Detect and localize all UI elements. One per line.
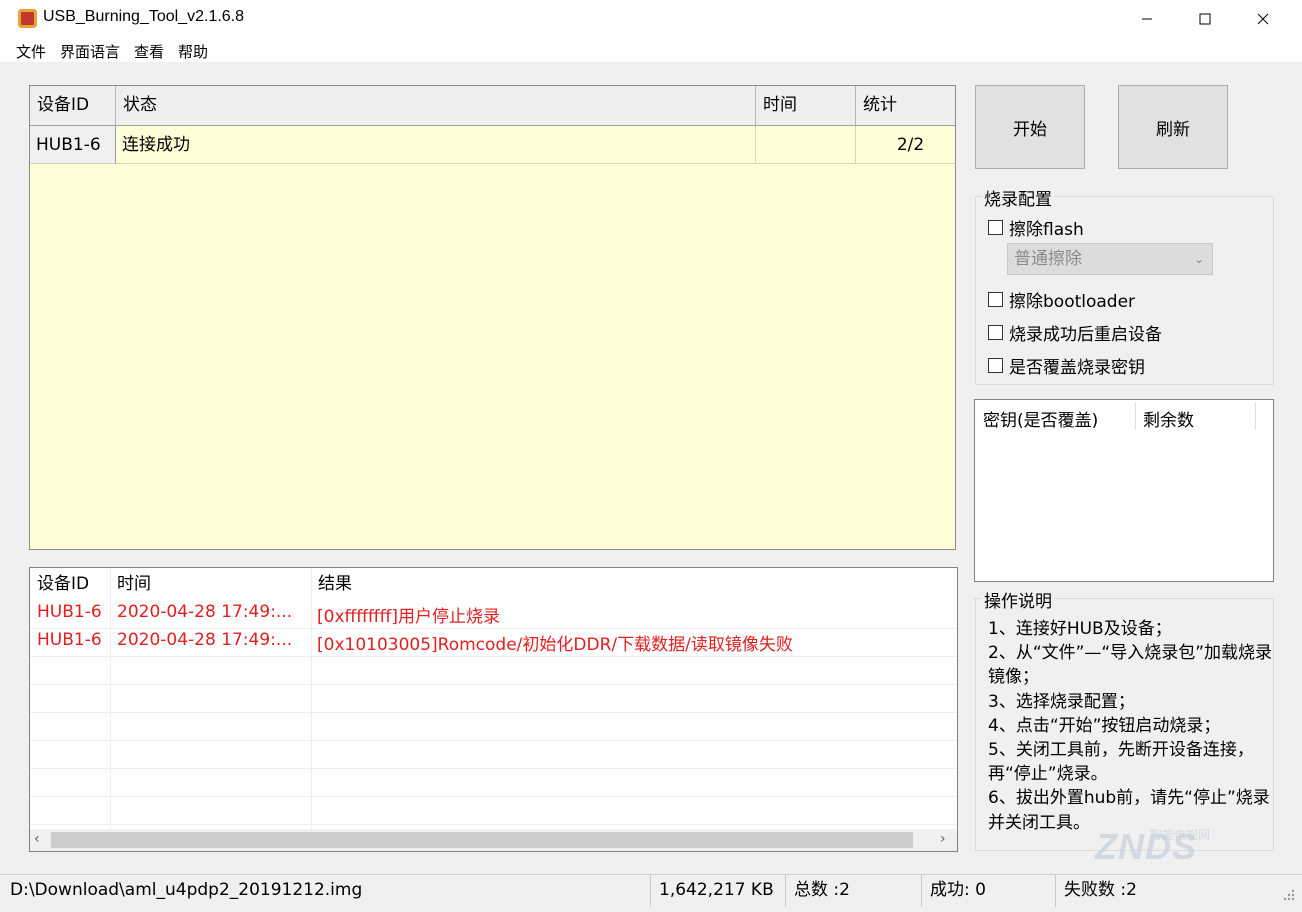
overwrite-key-label: 是否覆盖烧录密钥 xyxy=(1009,358,1145,378)
table-row-empty xyxy=(30,768,957,797)
log-device-id: HUB1-6 xyxy=(37,602,102,622)
log-time: 2020-04-28 17:49:... xyxy=(117,602,293,622)
device-table[interactable]: 设备ID 状态 时间 统计 HUB1-6 连接成功 2/2 xyxy=(29,85,956,550)
col-time[interactable]: 时间 xyxy=(756,86,856,125)
log-result: [0x10103005]Romcode/初始化DDR/下载数据/读取镜像失败 xyxy=(317,635,793,655)
app-icon xyxy=(18,9,37,28)
maximize-icon xyxy=(1199,13,1211,25)
maximize-button[interactable] xyxy=(1176,0,1234,38)
menu-help[interactable]: 帮助 xyxy=(178,41,208,62)
status-file-size: 1,642,217 KB xyxy=(651,875,786,907)
title-bar: USB_Burning_Tool_v2.1.6.8 xyxy=(0,0,1302,38)
log-device-id: HUB1-6 xyxy=(37,630,102,650)
config-group-title: 烧录配置 xyxy=(982,185,1054,210)
instruction-line: 3、选择烧录配置； xyxy=(988,691,1135,712)
col-stats[interactable]: 统计 xyxy=(856,86,955,125)
status-success: 成功: 0 xyxy=(922,875,1056,907)
erase-mode-value: 普通擦除 xyxy=(1014,249,1082,269)
instruction-line: 1、连接好HUB及设备； xyxy=(988,619,1172,639)
minimize-button[interactable] xyxy=(1118,0,1176,38)
erase-bootloader-label: 擦除bootloader xyxy=(1009,292,1136,312)
checkbox-icon xyxy=(988,292,1003,307)
close-icon xyxy=(1257,13,1269,25)
scroll-right-icon[interactable]: › xyxy=(940,831,946,847)
instruction-line: 5、关闭工具前，先断开设备连接，再“停止”烧录。 xyxy=(988,740,1254,785)
horizontal-scrollbar[interactable]: ‹ › xyxy=(30,829,957,851)
menu-bar: 文件 界面语言 查看 帮助 xyxy=(0,38,1302,62)
table-row-empty xyxy=(30,740,957,769)
key-col-divider xyxy=(1255,402,1256,430)
minimize-icon xyxy=(1142,18,1152,20)
menu-file[interactable]: 文件 xyxy=(16,41,46,62)
log-col-time[interactable]: 时间 xyxy=(110,568,151,600)
erase-flash-label: 擦除flash xyxy=(1009,220,1084,240)
refresh-button[interactable]: 刷新 xyxy=(1118,85,1228,169)
device-id-cell[interactable]: HUB1-6 xyxy=(30,126,116,164)
instruction-line: 4、点击“开始”按钮启动烧录； xyxy=(988,715,1221,736)
chevron-down-icon: ⌄ xyxy=(1193,252,1204,266)
menu-view[interactable]: 查看 xyxy=(134,41,164,62)
table-row[interactable]: HUB1-6 2020-04-28 17:49:... [0x10103005]… xyxy=(30,628,957,657)
start-button[interactable]: 开始 xyxy=(975,85,1085,169)
overwrite-key-checkbox[interactable]: 是否覆盖烧录密钥 xyxy=(988,353,1145,378)
resize-grip-icon[interactable] xyxy=(1282,887,1296,901)
watermark-logo: ZNDS xyxy=(1095,826,1197,867)
log-result: [0xffffffff]用户停止烧录 xyxy=(317,607,500,627)
reboot-after-label: 烧录成功后重启设备 xyxy=(1009,325,1162,345)
key-list[interactable]: 密钥(是否覆盖) 剩余数 xyxy=(974,399,1274,582)
close-button[interactable] xyxy=(1234,0,1292,38)
instructions-text: 1、连接好HUB及设备； 2、从“文件”—“导入烧录包”加载烧录镜像； 3、选择… xyxy=(988,617,1273,835)
table-row-empty xyxy=(30,684,957,713)
status-fail: 失败数 :2 xyxy=(1064,880,1137,900)
key-col-name[interactable]: 密钥(是否覆盖) xyxy=(983,406,1098,431)
device-count-cell[interactable]: 2/2 xyxy=(856,126,955,164)
key-col-remaining[interactable]: 剩余数 xyxy=(1143,406,1194,431)
device-status-cell[interactable]: 连接成功 xyxy=(116,126,756,164)
menu-language[interactable]: 界面语言 xyxy=(60,41,120,62)
status-bar: D:\Download\aml_u4pdp2_20191212.img 1,64… xyxy=(0,874,1302,907)
checkbox-icon xyxy=(988,358,1003,373)
col-status[interactable]: 状态 xyxy=(116,86,756,125)
window-title: USB_Burning_Tool_v2.1.6.8 xyxy=(43,8,245,25)
table-row-empty xyxy=(30,656,957,685)
erase-bootloader-checkbox[interactable]: 擦除bootloader xyxy=(988,287,1135,312)
instruction-line: 2、从“文件”—“导入烧录包”加载烧录镜像； xyxy=(988,643,1273,688)
col-device-id[interactable]: 设备ID xyxy=(30,86,116,125)
table-row-empty xyxy=(30,712,957,741)
status-total: 总数 :2 xyxy=(786,875,922,907)
log-col-device-id[interactable]: 设备ID xyxy=(30,568,89,600)
checkbox-icon xyxy=(988,220,1003,235)
reboot-after-checkbox[interactable]: 烧录成功后重启设备 xyxy=(988,320,1162,345)
log-time: 2020-04-28 17:49:... xyxy=(117,630,293,650)
device-table-header: 设备ID 状态 时间 统计 xyxy=(30,86,955,126)
erase-flash-checkbox[interactable]: 擦除flash xyxy=(988,215,1084,240)
log-table[interactable]: 设备ID 时间 结果 HUB1-6 2020-04-28 17:49:... [… xyxy=(29,567,958,852)
scrollbar-thumb[interactable] xyxy=(51,832,913,848)
device-time-cell[interactable] xyxy=(756,126,856,164)
key-col-divider xyxy=(1135,402,1136,430)
checkbox-icon xyxy=(988,325,1003,340)
table-row[interactable]: HUB1-6 2020-04-28 17:49:... [0xffffffff]… xyxy=(30,600,957,629)
instructions-title: 操作说明 xyxy=(982,587,1054,612)
table-row-empty xyxy=(30,796,957,825)
log-col-result[interactable]: 结果 xyxy=(311,568,352,600)
erase-mode-select[interactable]: 普通擦除 ⌄ xyxy=(1007,243,1213,275)
status-file-path: D:\Download\aml_u4pdp2_20191212.img xyxy=(0,875,651,907)
scroll-left-icon[interactable]: ‹ xyxy=(34,831,40,847)
